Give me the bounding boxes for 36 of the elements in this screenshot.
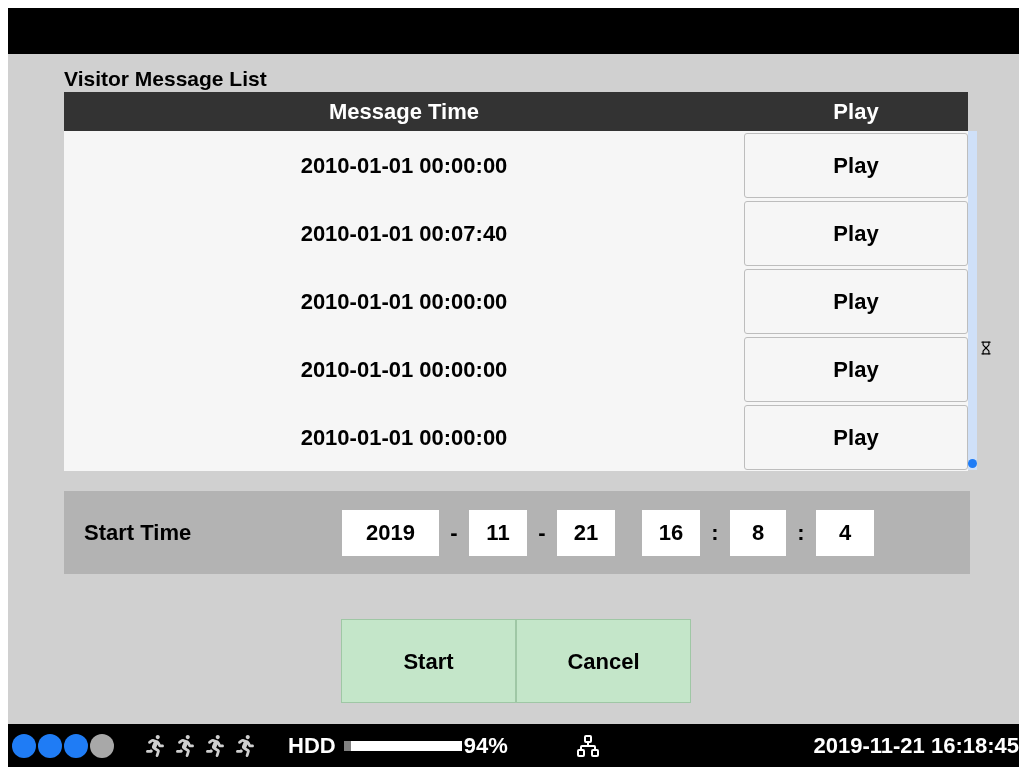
dialog-button[interactable]: Start <box>341 619 516 703</box>
dialog-button[interactable]: Cancel <box>516 619 691 703</box>
column-header: Message Time <box>328 98 480 126</box>
play-button[interactable]: Play <box>744 132 968 198</box>
month-field[interactable]: 11 <box>469 509 527 556</box>
table-cell-text: 2010-01-01 00:00:00 <box>299 287 509 316</box>
play-button[interactable]: Play <box>744 200 968 266</box>
play-button[interactable]: Play <box>744 268 968 334</box>
hdd-label: HDD <box>288 732 336 760</box>
table-cell-text: 2010-01-01 00:07:40 <box>299 219 509 248</box>
status-datetime: 2019-11-21 16:18:45 <box>813 732 1019 760</box>
running-person-icon <box>144 734 166 757</box>
table-cell-text: 2010-01-01 00:00:00 <box>299 423 509 452</box>
table-cell-text: 2010-01-01 00:00:00 <box>299 355 509 384</box>
separator-text: - <box>449 519 459 547</box>
column-header: Play <box>832 98 880 126</box>
separator-text: : <box>796 519 806 547</box>
year-field[interactable]: 2019 <box>342 509 439 556</box>
dialog-title: Visitor Message List <box>64 66 267 92</box>
hdd-percentage: 94% <box>463 732 508 760</box>
play-button[interactable]: Play <box>744 336 968 402</box>
scroll-bar[interactable] <box>968 131 977 470</box>
separator-text: : <box>710 519 720 547</box>
network-icon <box>575 733 600 758</box>
table-cell-text: 2010-01-01 00:00:00 <box>299 151 509 180</box>
day-field[interactable]: 21 <box>557 509 615 556</box>
separator-text: - <box>537 519 547 547</box>
hourglass-cursor-icon <box>979 339 993 357</box>
running-person-icon <box>234 734 256 757</box>
running-person-icon <box>174 734 196 757</box>
hour-field[interactable]: 16 <box>642 509 700 556</box>
running-person-icon <box>204 734 226 757</box>
second-field[interactable]: 4 <box>816 509 874 556</box>
play-button[interactable]: Play <box>744 404 968 470</box>
minute-field[interactable]: 8 <box>730 509 786 556</box>
start-time-label: Start Time <box>84 519 193 547</box>
